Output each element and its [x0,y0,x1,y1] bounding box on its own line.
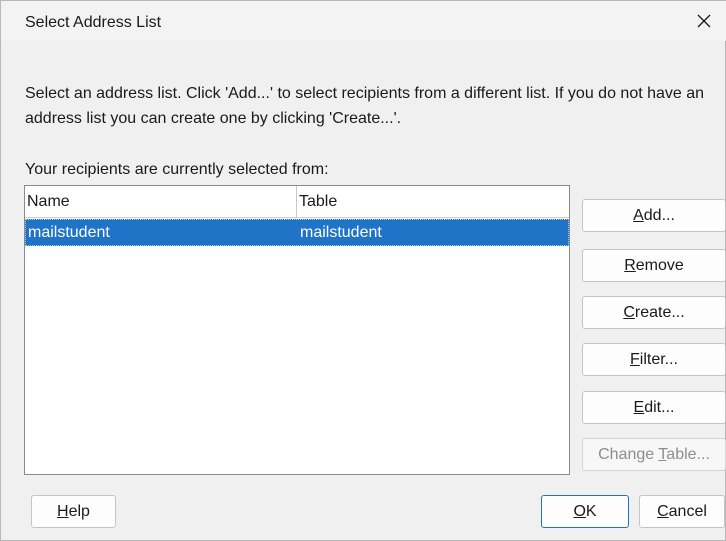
change-table-button[interactable]: Change Table... [582,438,726,471]
table-header: Name Table [25,186,569,218]
edit-button[interactable]: Edit... [582,391,726,424]
row-table-cell: mailstudent [300,224,382,241]
cancel-button[interactable]: Cancel [639,495,725,528]
select-address-list-dialog: Select Address List Select an address li… [0,0,726,541]
ok-button[interactable]: OK [541,495,629,528]
current-selection-label: Your recipients are currently selected f… [25,161,329,178]
address-list-table[interactable]: Name Table mailstudent mailstudent [24,185,570,475]
remove-button[interactable]: Remove [582,249,726,282]
create-button[interactable]: Create... [582,296,726,329]
row-name-cell: mailstudent [28,224,110,241]
dialog-title: Select Address List [25,14,162,31]
column-header-table[interactable]: Table [297,186,569,218]
close-button[interactable] [681,1,726,41]
table-row[interactable]: mailstudent mailstudent [25,219,569,246]
close-icon [697,14,711,28]
title-bar: Select Address List [1,1,726,41]
column-header-name[interactable]: Name [25,186,297,218]
help-button[interactable]: Help [31,495,116,528]
instructions-text: Select an address list. Click 'Add...' t… [25,85,705,127]
add-button[interactable]: Add... [582,199,726,232]
filter-button[interactable]: Filter... [582,343,726,376]
